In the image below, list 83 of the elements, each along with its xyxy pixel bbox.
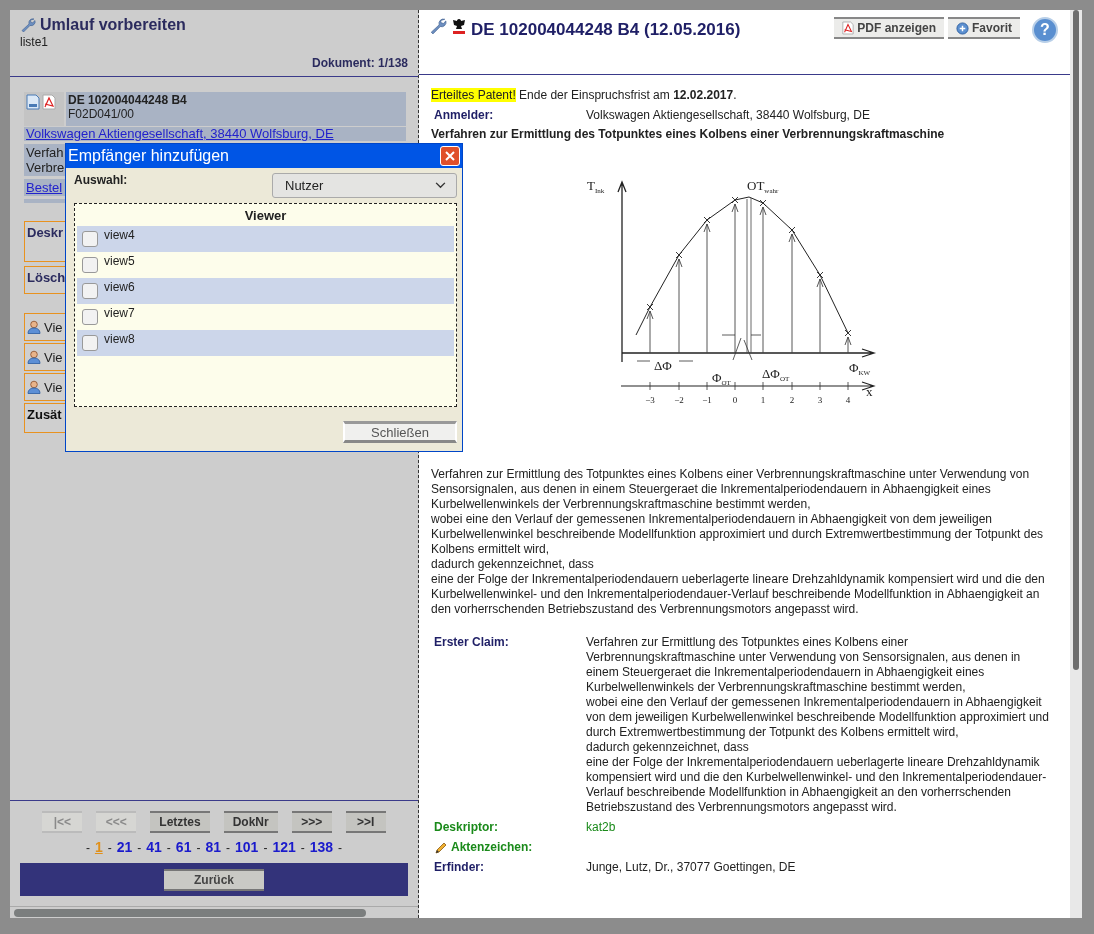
close-button[interactable] xyxy=(440,146,460,166)
abstract-text: Verfahren zur Ermittlung des Totpunktes eines Kolbens einer Verbrennungskraftmaschine unter Verwendung von Sensorsignalen, aus denen in einem Steuergeraet die Inkrementalperiodendauern in Abhaengigkeit eines Kurbelwellenwinkels der Verbrennungskraftmaschine bestimmt werden, wobei eine den Verlauf der gemessenen Inkrementalperiodendauern in Abhaengigkeit von dem jeweiligen Kurbelwellenwinkel beschreibende Modellfunktion approximiert und durch Extremwertbestimmung der Totpunkt des Kolbens ermittelt wird, dadurch gekennzeichnet, dass eine der Folge der Inkrementalperiodendauern ueberlagerte lineare Drehzahldynamik kompensiert wird und die den Kurbelwellenwinkel- und den Inkrementalperiodendauer-Verlauf beschreibende Modellfunktion in Abhaengigkeit an den vorherrschenden Betriebszustand des Verbrennungsmotors angepasst wird. xyxy=(431,467,1046,617)
document-counter: Dokument: 1/138 xyxy=(311,56,408,70)
user-name: Vie xyxy=(44,349,63,365)
divider-bar xyxy=(24,199,65,203)
page-link[interactable]: 61 xyxy=(175,839,192,855)
pdf-icon[interactable] xyxy=(42,94,56,110)
recipient-name[interactable]: view5 xyxy=(104,252,454,278)
document-title: DE 102004044248 B4 (12.05.2016) xyxy=(471,20,741,40)
page-link[interactable]: 101 xyxy=(235,839,259,855)
title-line: Verbre xyxy=(26,160,63,175)
section-heading: Lösch xyxy=(27,270,66,285)
list-header: Viewer xyxy=(243,207,288,225)
close-dialog-button[interactable]: Schließen xyxy=(343,421,457,443)
user-icon xyxy=(27,320,41,334)
order-link[interactable]: Bestel xyxy=(26,180,63,195)
page-link[interactable]: 121 xyxy=(272,839,296,855)
user-name: Vie xyxy=(44,319,63,335)
field-value: kat2b xyxy=(586,820,617,835)
page-separator: - xyxy=(226,840,230,855)
nav-button[interactable]: >>> xyxy=(291,811,332,833)
checkbox[interactable] xyxy=(81,283,98,299)
nav-button[interactable]: Letztes xyxy=(150,811,210,833)
plus-icon xyxy=(956,21,969,35)
patent-title: Verfahren zur Ermittlung des Totpunktes eines Kolbens einer Verbrennungskraftmaschine xyxy=(431,127,946,142)
eagle-icon xyxy=(452,17,466,35)
applicant-link[interactable]: Volkswagen Aktiengesellschaft, 38440 Wolfsburg, DE xyxy=(26,126,334,141)
selection-dropdown[interactable]: Nutzer xyxy=(272,173,457,198)
page-separator: - xyxy=(263,840,268,855)
checkbox[interactable] xyxy=(81,257,98,273)
page-separator: - xyxy=(137,840,142,855)
favorite-button[interactable]: Favorit xyxy=(948,17,1020,39)
title-line: Verfah xyxy=(26,145,63,160)
field-label: Deskriptor: xyxy=(434,820,499,835)
checkbox[interactable] xyxy=(81,335,98,351)
page-separator: - xyxy=(85,840,90,855)
field-label: Anmelder: xyxy=(434,108,495,123)
field-value: Volkswagen Aktiengesellschaft, 38440 Wolfsburg, DE xyxy=(586,108,871,123)
close-icon xyxy=(444,150,456,162)
back-button[interactable]: Zurück xyxy=(164,868,264,891)
page-link[interactable]: 81 xyxy=(205,839,221,855)
section-heading: Zusät xyxy=(27,407,62,422)
status-text: Ende der Einspruchsfrist am 12.02.2017. xyxy=(518,88,737,102)
nav-button[interactable]: >>I xyxy=(345,811,386,833)
user-icon xyxy=(27,350,41,364)
wrench-icon xyxy=(429,17,447,35)
status-badge: Erteiltes Patent! xyxy=(431,88,516,102)
nav-button[interactable]: DokNr xyxy=(223,811,278,833)
pencil-icon[interactable] xyxy=(434,840,448,855)
page-separator: - xyxy=(107,840,112,855)
page-separator: - xyxy=(196,840,201,855)
user-name: Vie xyxy=(44,379,63,395)
page-separator: - xyxy=(166,840,171,855)
page-separator: - xyxy=(300,840,305,855)
diagram-drawing: −3 −2 −1 0 1 2 3 4 T$_{Ink}$ OT$_{wahr}$ ΔΦ Φ$_{OT}$ ΔΦ$_{OT}$ Φ$_{KW}$ x xyxy=(579,160,909,420)
pdf-button[interactable]: PDF anzeigen xyxy=(834,17,944,39)
field-value: Junge, Lutz, Dr., 37077 Goettingen, DE xyxy=(586,860,797,875)
field-label: Erfinder: xyxy=(434,860,485,875)
vertical-scrollbar[interactable] xyxy=(1070,10,1082,918)
chevron-icon xyxy=(435,182,446,189)
section-heading: Deskr xyxy=(27,225,64,240)
checkbox[interactable] xyxy=(81,231,98,247)
page-link[interactable]: 138 xyxy=(309,839,334,855)
field-value: Verfahren zur Ermittlung des Totpunktes eines Kolbens einer Verbrennungskraftmaschine unter Verwendung von Sensorsignalen, aus denen in einem Steuergeraet die Inkrementalperiodendauern in Abhaengigkeit eines Kurbelwellenwinkels der Verbrennungskraftmaschine bestimmt werden, wobei eine den Verlauf der gemessenen Inkrementalperiodendauern in Abhaengigkeit von dem jeweiligen Kurbelwellenwinkel beschreibende Modellfunktion approximiert und durch Extremwertbestimmung der Totpunkt des Kolbens ermittelt wird, dadurch gekennzeichnet, dass eine der Folge der Inkrementalperiodendauern ueberlagerte lineare Drehzahldynamik kompensiert wird und die den Kurbelwellenwinkel- und den Inkrementalperiodendauer-Verlauf beschreibende Modellfunktion in Abhaengigkeit an den vorherrschenden Betriebszustand des Verbrennungsmotors angepasst wird. xyxy=(586,635,1050,815)
selection-label: Auswahl: xyxy=(74,173,128,187)
checkbox[interactable] xyxy=(81,309,98,325)
field-label: Aktenzeichen: xyxy=(451,840,533,855)
document-icon[interactable] xyxy=(26,94,40,110)
wrench-icon xyxy=(20,17,36,33)
page-link[interactable]: 41 xyxy=(146,839,162,855)
list-name: liste1 xyxy=(20,35,49,49)
panel-title: Umlauf vorbereiten xyxy=(40,16,186,34)
horizontal-scrollbar[interactable] xyxy=(10,906,418,918)
pdf-icon xyxy=(842,21,855,35)
help-button[interactable]: ? xyxy=(1032,17,1058,43)
document-number: DE 102004044248 B4 xyxy=(68,93,188,107)
page-link[interactable]: 21 xyxy=(116,839,133,855)
recipient-name[interactable]: view7 xyxy=(104,304,454,330)
classification: F02D041/00 xyxy=(68,107,136,121)
field-label: Erster Claim: xyxy=(434,635,510,650)
dialog-title: Empfänger hinzufügen xyxy=(68,147,229,165)
user-icon xyxy=(27,380,41,394)
page-separator: - xyxy=(338,840,343,855)
